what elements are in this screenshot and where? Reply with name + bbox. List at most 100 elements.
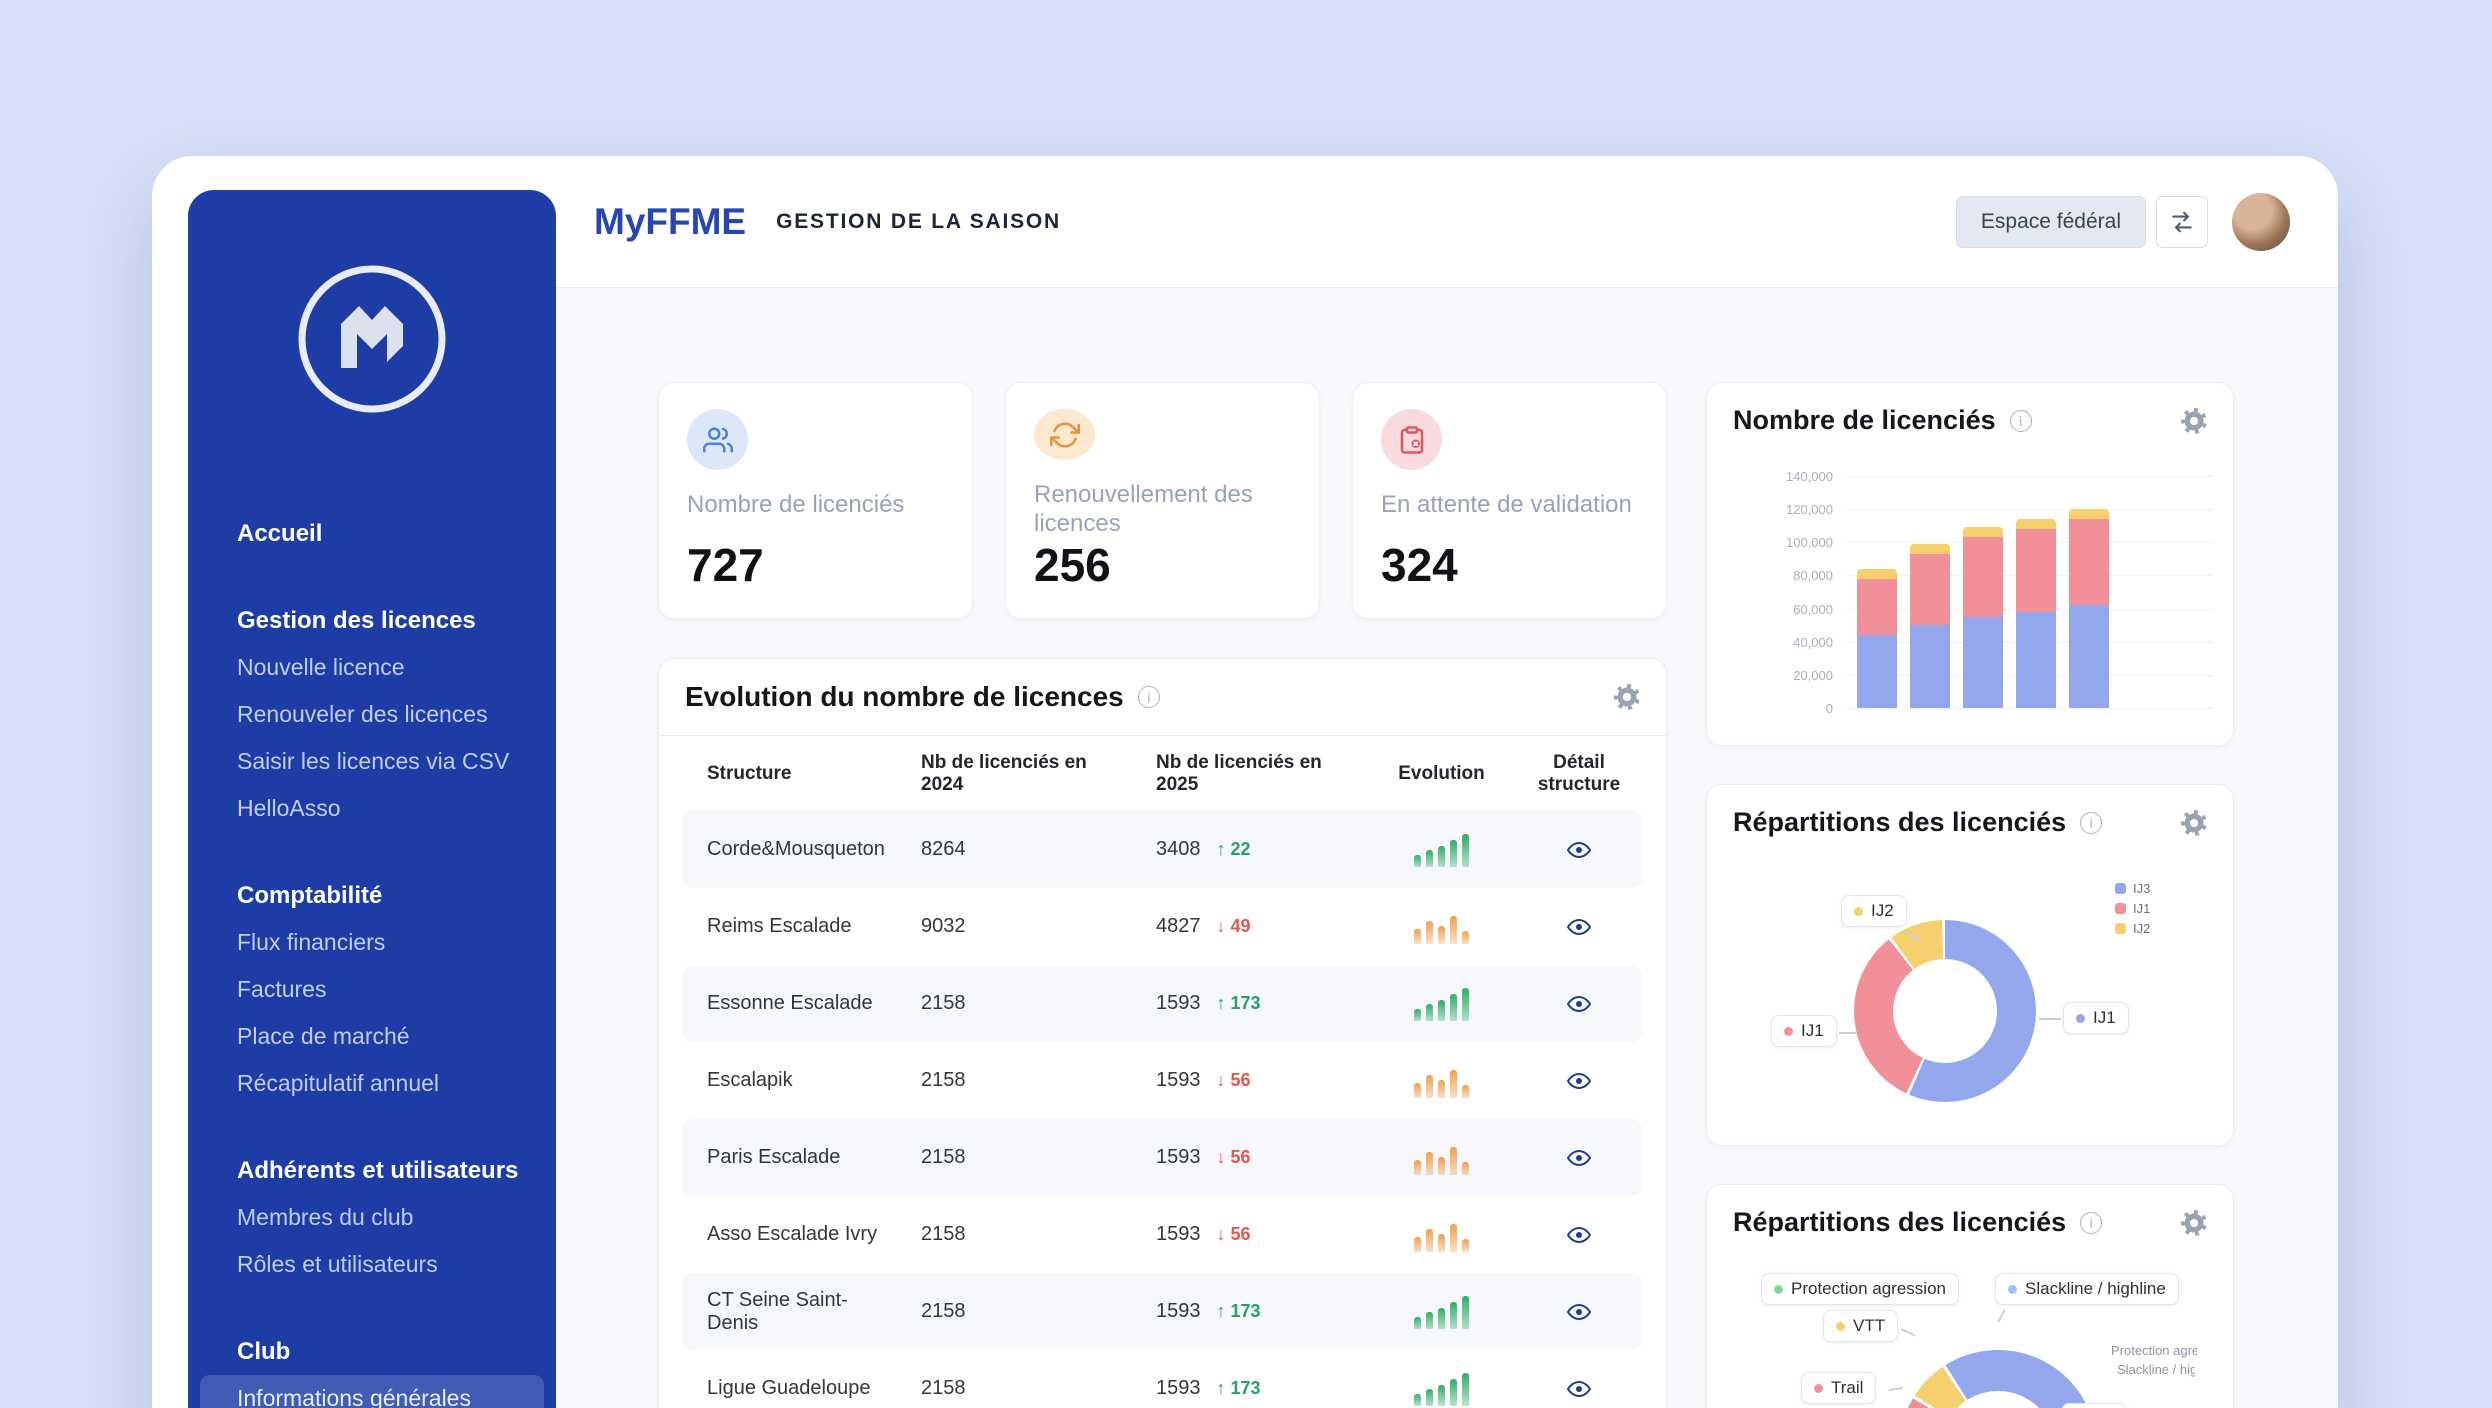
switch-space-button[interactable]: [2156, 195, 2208, 248]
sidebar-item[interactable]: HelloAsso: [200, 785, 544, 832]
cell-structure: Ligue Guadeloupe: [707, 1377, 871, 1399]
donut-label-ij2[interactable]: IJ2: [1841, 895, 1907, 927]
eye-icon: [1567, 1380, 1591, 1397]
spark-bar: [1438, 1079, 1445, 1098]
spark-bar: [1426, 920, 1433, 944]
cell-structure: CT Seine Saint-Denis: [707, 1288, 848, 1334]
spark-bar: [1450, 915, 1457, 944]
cell-detail: [1514, 1069, 1644, 1093]
settings-gear-icon[interactable]: [2181, 809, 2207, 836]
licencies-2025-value: 3408: [1156, 838, 1201, 860]
donut-card-header: Répartitions des licenciés i: [1707, 1185, 2233, 1260]
stats-row: Nombre de licenciés 727 Renouvellement d…: [658, 382, 1667, 619]
settings-gear-icon[interactable]: [2181, 1209, 2207, 1236]
sidebar-item[interactable]: Renouveler des licences: [200, 691, 544, 738]
view-structure-button[interactable]: [1564, 1377, 1594, 1401]
bar-segment: [1910, 625, 1950, 708]
trend-sparkline: [1414, 1064, 1469, 1098]
gridline: [1847, 708, 2213, 709]
spark-bar: [1414, 1316, 1421, 1329]
cell-detail: [1514, 915, 1644, 939]
table-row[interactable]: Corde&Mousqueton 8264 3408 ↑ 22: [683, 811, 1642, 888]
view-structure-button[interactable]: [1564, 1300, 1594, 1324]
donut-label-vtt[interactable]: VTT: [1823, 1310, 1899, 1342]
chip-dot: [1836, 1321, 1845, 1331]
info-icon[interactable]: i: [2080, 1211, 2103, 1234]
trend-sparkline: [1414, 987, 1469, 1021]
sidebar-item[interactable]: Factures: [200, 966, 544, 1013]
user-avatar[interactable]: [2232, 192, 2290, 251]
eye-icon: [1567, 995, 1591, 1012]
donut-label-ij1-left[interactable]: IJ1: [1771, 1015, 1837, 1047]
info-icon[interactable]: i: [2009, 409, 2032, 432]
view-structure-button[interactable]: [1564, 992, 1594, 1016]
table-row[interactable]: Essonne Escalade 2158 1593 ↑ 173: [683, 965, 1642, 1042]
evolution-table-body: Corde&Mousqueton 8264 3408 ↑ 22 Reims Escala…: [683, 811, 1642, 1408]
chip-label: Slackline / highline: [2025, 1279, 2166, 1298]
chip-label: Trail: [1831, 1378, 1864, 1397]
trend-sparkline: [1414, 1141, 1469, 1175]
espace-federal-button[interactable]: Espace fédéral: [1955, 195, 2146, 248]
view-structure-button[interactable]: [1564, 1069, 1594, 1093]
sidebar-item[interactable]: Récapitulatif annuel: [200, 1060, 544, 1107]
sidebar-section-title[interactable]: Adhérents et utilisateurs: [200, 1147, 544, 1194]
donut-label-ij1[interactable]: IJ1: [2061, 1403, 2127, 1408]
spark-bar: [1438, 1307, 1445, 1329]
sidebar-item[interactable]: Informations générales: [200, 1375, 544, 1408]
sidebar-item[interactable]: Rôles et utilisateurs: [200, 1241, 544, 1288]
sidebar-item[interactable]: Flux financiers: [200, 919, 544, 966]
evolution-delta: ↑ 22: [1216, 839, 1251, 859]
table-row[interactable]: Reims Escalade 9032 4827 ↓ 49: [683, 888, 1642, 965]
donut-label-slackline[interactable]: Slackline / highline: [1995, 1273, 2179, 1305]
table-row[interactable]: Paris Escalade 2158 1593 ↓ 56: [683, 1119, 1642, 1196]
sidebar-section-title[interactable]: Accueil: [200, 510, 544, 557]
spark-bar: [1462, 1372, 1469, 1406]
eye-icon: [1567, 1072, 1591, 1089]
evolution-delta: ↓ 49: [1216, 916, 1251, 936]
view-structure-button[interactable]: [1564, 915, 1594, 939]
sidebar-item[interactable]: Saisir les licences via CSV: [200, 738, 544, 785]
donut-label-protection[interactable]: Protection agression: [1761, 1273, 1959, 1305]
donut-label-ij1-right[interactable]: IJ1: [2063, 1002, 2129, 1034]
sidebar-section-title[interactable]: Club: [200, 1328, 544, 1375]
cell-licencies-2025: 1593 ↓ 56: [1132, 1146, 1369, 1169]
spark-bar: [1414, 1236, 1421, 1252]
sidebar-item[interactable]: Nouvelle licence: [200, 644, 544, 691]
chip-dot: [1814, 1383, 1823, 1393]
chip-dot: [2076, 1013, 2085, 1023]
view-structure-button[interactable]: [1564, 1223, 1594, 1247]
cell-licencies-2024: 2158: [921, 1146, 966, 1168]
spark-bar: [1438, 1384, 1445, 1406]
legend-item: IJ2: [2115, 921, 2150, 936]
bar-segment: [2069, 509, 2109, 519]
spark-bar: [1450, 1301, 1457, 1329]
donut-label-trail[interactable]: Trail: [1801, 1372, 1877, 1404]
main-column: Nombre de licenciés 727 Renouvellement d…: [658, 382, 1667, 1408]
refresh-icon: [1034, 409, 1095, 460]
table-row[interactable]: Escalapik 2158 1593 ↓ 56: [683, 1042, 1642, 1119]
settings-gear-icon[interactable]: [2181, 407, 2207, 434]
stacked-bar: [1910, 544, 1950, 708]
cell-structure: Escalapik: [707, 1069, 793, 1091]
settings-gear-icon[interactable]: [1614, 684, 1640, 710]
repartition-card-2: Répartitions des licenciés i Protection …: [1706, 1184, 2234, 1408]
table-row[interactable]: CT Seine Saint-Denis 2158 1593 ↑ 173: [683, 1273, 1642, 1350]
view-structure-button[interactable]: [1564, 1146, 1594, 1170]
view-structure-button[interactable]: [1564, 838, 1594, 862]
table-row[interactable]: Asso Escalade Ivry 2158 1593 ↓ 56: [683, 1196, 1642, 1273]
sidebar: Accueil Gestion des licences Nouvelle lice…: [188, 190, 556, 1408]
spark-bar: [1462, 1161, 1469, 1175]
sidebar-section-title[interactable]: Gestion des licences: [200, 597, 544, 644]
cell-licencies-2024: 9032: [921, 915, 966, 937]
licencies-2025-value: 1593: [1156, 1300, 1201, 1322]
cell-structure: Essonne Escalade: [707, 992, 873, 1014]
table-row[interactable]: Ligue Guadeloupe 2158 1593 ↑ 173: [683, 1350, 1642, 1408]
info-icon[interactable]: i: [2080, 811, 2103, 834]
cell-licencies-2025: 1593 ↓ 56: [1132, 1069, 1369, 1092]
sidebar-item[interactable]: Membres du club: [200, 1194, 544, 1241]
cell-licencies-2025: 1593 ↑ 173: [1132, 1377, 1369, 1400]
info-icon[interactable]: i: [1137, 686, 1160, 708]
sidebar-section-title[interactable]: Comptabilité: [200, 872, 544, 919]
sidebar-item[interactable]: Place de marché: [200, 1013, 544, 1060]
spark-bar: [1426, 1003, 1433, 1021]
